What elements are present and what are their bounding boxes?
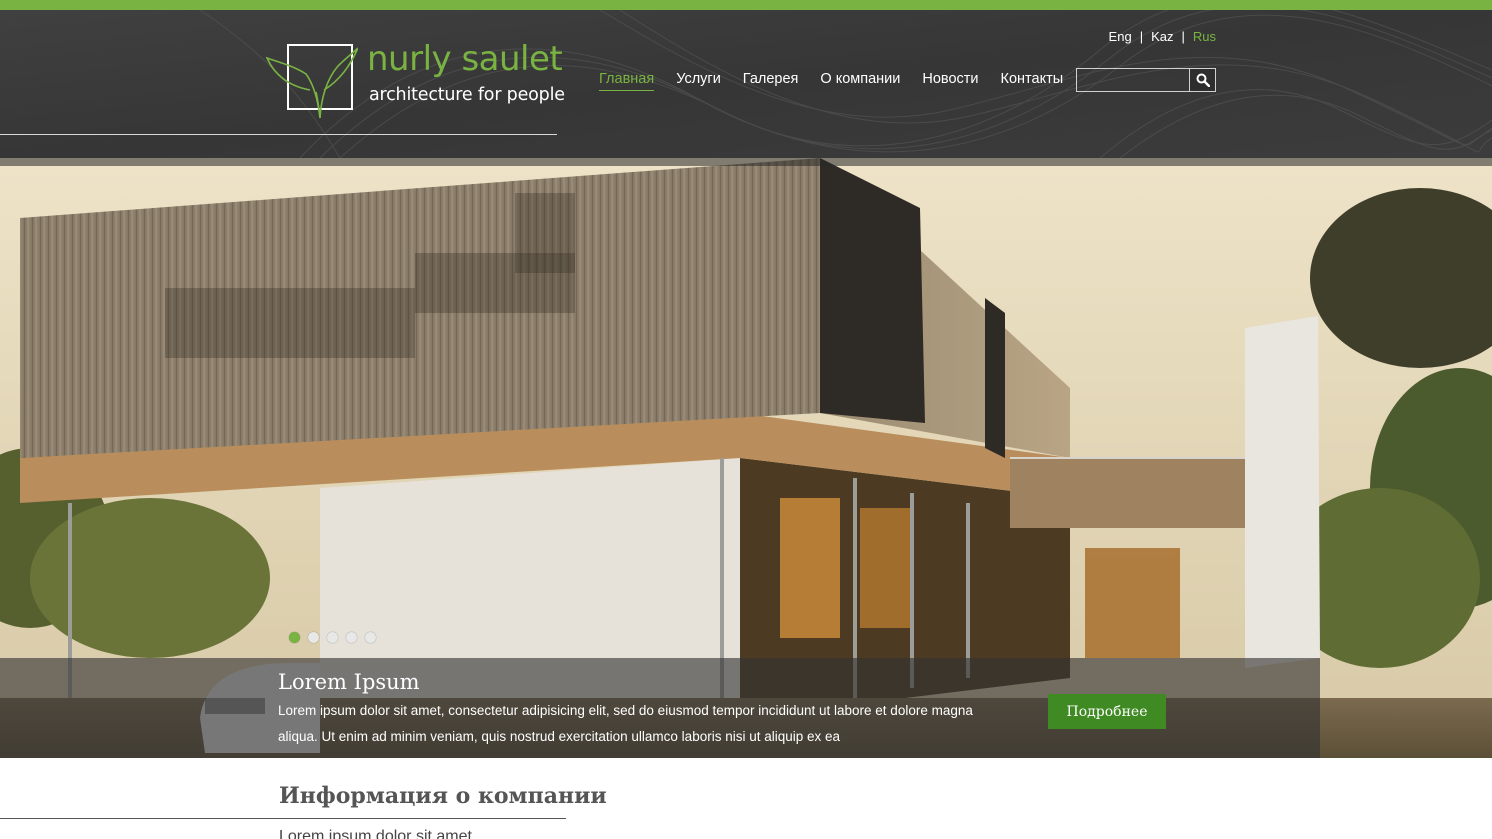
- slider-dot[interactable]: [346, 632, 357, 643]
- search-box: [1076, 68, 1216, 92]
- nav-item-services[interactable]: Услуги: [676, 71, 721, 91]
- header-divider: [0, 134, 557, 135]
- company-info-title: Информация о компании: [279, 783, 607, 809]
- top-accent-stripe: [0, 0, 1492, 10]
- search-input[interactable]: [1076, 68, 1190, 92]
- nav-item-home[interactable]: Главная: [599, 71, 655, 91]
- more-button[interactable]: Подробнее: [1048, 694, 1166, 729]
- lang-separator: |: [1181, 29, 1185, 44]
- slider-dot[interactable]: [365, 632, 376, 643]
- lang-kaz[interactable]: Kaz: [1151, 29, 1173, 44]
- slider-dot[interactable]: [289, 632, 300, 643]
- main-nav: Главная Услуги Галерея О компании Новост…: [599, 71, 1063, 91]
- lang-rus[interactable]: Rus: [1193, 29, 1216, 44]
- nav-item-news[interactable]: Новости: [922, 71, 978, 91]
- lang-separator: |: [1139, 29, 1144, 44]
- logo[interactable]: nurly saulet architecture for people: [266, 39, 565, 120]
- language-switcher: Eng | Kaz | Rus: [1109, 29, 1216, 44]
- nav-item-gallery[interactable]: Галерея: [743, 71, 799, 91]
- hero-top-shadow: [0, 158, 1492, 166]
- nav-item-about[interactable]: О компании: [820, 71, 900, 91]
- slide-text: Lorem ipsum dolor sit amet, consectetur …: [278, 703, 973, 744]
- slide-title: Lorem Ipsum: [278, 670, 420, 694]
- slider-dot[interactable]: [308, 632, 319, 643]
- slider-pagination: [289, 632, 376, 643]
- search-button[interactable]: [1190, 68, 1216, 92]
- hero-slider: Lorem Ipsum Lorem ipsum dolor sit amet, …: [0, 158, 1492, 758]
- search-icon: [1196, 73, 1210, 87]
- nav-item-contacts[interactable]: Контакты: [1001, 71, 1064, 91]
- logo-tagline: architecture for people: [369, 85, 565, 105]
- slide-caption: Lorem Ipsum Lorem ipsum dolor sit amet, …: [0, 658, 1320, 758]
- section-divider: [0, 818, 566, 819]
- logo-name: nurly saulet: [367, 39, 563, 79]
- site-header: nurly saulet architecture for people Eng…: [0, 10, 1492, 158]
- slider-dot[interactable]: [327, 632, 338, 643]
- company-info-text: Lorem ipsum dolor sit amet: [279, 828, 472, 839]
- leaf-in-square-icon: [266, 44, 358, 119]
- lang-eng[interactable]: Eng: [1109, 29, 1132, 44]
